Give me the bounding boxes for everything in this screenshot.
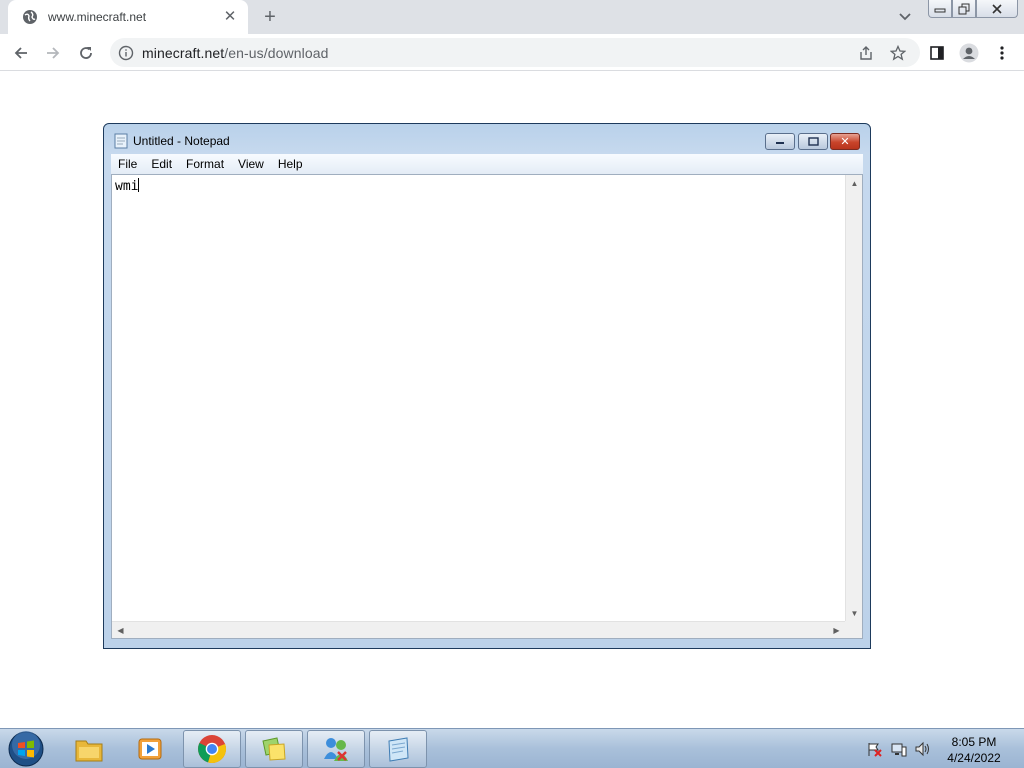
close-icon: ✕ [840,136,850,148]
notepad-minimize-button[interactable] [765,133,795,150]
browser-toolbar: minecraft.net/en-us/download [0,34,1024,71]
url-domain: minecraft.net [142,44,225,61]
tab-search-chevron-icon[interactable] [895,9,915,25]
scroll-down-icon[interactable]: ▼ [846,605,863,622]
kebab-menu-icon [1000,46,1004,60]
tab-title: www.minecraft.net [48,10,147,24]
chrome-icon [198,735,227,763]
new-tab-button[interactable]: + [258,6,282,28]
taskbar: 8:05 PM 4/24/2022 [0,728,1024,768]
browser-menu-button[interactable] [989,40,1015,66]
globe-icon [23,10,37,24]
forward-button[interactable] [40,40,66,66]
window-restore-button[interactable] [952,0,976,18]
arrow-left-icon [14,47,27,59]
browser-tab-strip: www.minecraft.net ✕ + [0,0,1024,34]
notepad-titlebar[interactable]: Untitled - Notepad ✕ [104,124,870,152]
arrow-right-icon [47,47,60,59]
media-player-icon [138,738,162,760]
notepad-icon [388,737,409,762]
clock-time: 8:05 PM [951,735,997,749]
close-icon [992,3,1002,14]
notepad-content: wmi [115,178,140,194]
text-caret [138,178,140,192]
taskbar-explorer[interactable] [60,730,118,768]
horizontal-scrollbar[interactable]: ◀ ▶ [112,621,845,638]
url-text: minecraft.net/en-us/download [142,45,328,61]
notepad-title: Untitled - Notepad [133,134,230,148]
tab-close-icon[interactable]: ✕ [222,9,238,25]
volume-icon[interactable] [914,741,930,757]
menu-edit[interactable]: Edit [144,157,179,171]
taskbar-notepad[interactable] [369,730,427,768]
menu-file[interactable]: File [111,157,144,171]
clock-date: 4/24/2022 [947,751,1001,765]
side-panel-button[interactable] [924,40,950,66]
menu-format[interactable]: Format [179,157,231,171]
remote-assistance-icon [324,738,348,761]
notepad-text-area[interactable]: wmi ▲ ▼ ◀ ▶ [111,174,863,639]
taskbar-remote-assistance[interactable] [307,730,365,768]
avatar-icon [959,43,979,63]
window-minimize-button[interactable] [928,0,952,18]
notepad-menubar: File Edit Format View Help [111,154,863,174]
minimize-icon [776,141,784,144]
action-center-flag-icon[interactable] [866,741,882,757]
scroll-left-icon[interactable]: ◀ [112,622,129,639]
url-path: /en-us/download [224,44,329,61]
minimize-icon [934,8,946,12]
typed-text: wmi [115,179,139,194]
scroll-right-icon[interactable]: ▶ [828,622,845,639]
notepad-icon [114,133,128,149]
side-panel-icon [930,46,944,60]
sticky-notes-icon [262,737,286,761]
reload-button[interactable] [73,40,99,66]
windows-start-orb-icon [8,731,44,767]
site-info-icon[interactable] [118,45,134,61]
window-close-button[interactable] [976,0,1018,18]
menu-help[interactable]: Help [271,157,310,171]
notepad-maximize-button[interactable] [798,133,828,150]
taskbar-sticky-notes[interactable] [245,730,303,768]
taskbar-media-player[interactable] [121,730,179,768]
windows-explorer-icon [75,740,103,762]
bookmark-star-icon[interactable] [890,45,906,61]
maximize-icon [807,137,819,146]
taskbar-chrome[interactable] [183,730,241,768]
address-bar[interactable]: minecraft.net/en-us/download [110,38,920,67]
reload-icon [80,47,92,59]
notepad-close-button[interactable]: ✕ [830,133,860,150]
browser-tab-minecraft[interactable]: www.minecraft.net ✕ [8,0,248,34]
network-icon[interactable] [891,741,907,757]
restore-icon [958,3,970,14]
vertical-scrollbar[interactable]: ▲ ▼ [845,175,862,622]
system-clock[interactable]: 8:05 PM 4/24/2022 [940,734,1008,766]
menu-view[interactable]: View [231,157,271,171]
profile-button[interactable] [956,40,982,66]
back-button[interactable] [8,40,34,66]
resize-grip-icon[interactable] [845,621,862,638]
scroll-up-icon[interactable]: ▲ [846,175,863,192]
notepad-window[interactable]: Untitled - Notepad ✕ File Edit Format Vi… [103,123,871,649]
start-button[interactable] [6,730,46,768]
share-icon[interactable] [858,45,874,61]
